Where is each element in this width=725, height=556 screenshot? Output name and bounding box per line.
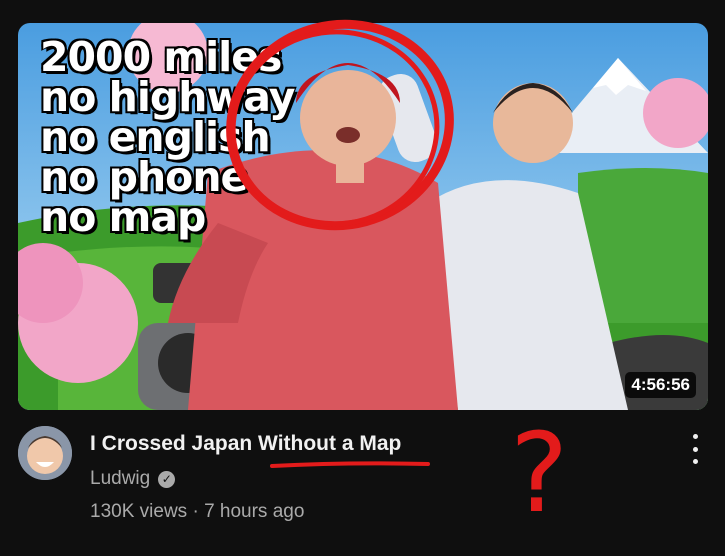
overlay-line: no map	[40, 193, 206, 241]
video-metadata: 130K views · 7 hours ago	[90, 501, 304, 523]
thumbnail-overlay-text: 2000 miles no highway no english no phon…	[40, 33, 295, 241]
red-question-mark-annotation: ?	[510, 409, 569, 537]
overlay-line: 2000 miles	[40, 33, 282, 81]
channel-avatar[interactable]	[18, 426, 72, 480]
menu-dot	[692, 446, 698, 452]
red-underline-annotation	[270, 461, 430, 468]
video-thumbnail[interactable]: 2000 miles no highway no english no phon…	[18, 23, 708, 410]
channel-row: Ludwig ✓	[90, 468, 176, 490]
video-title[interactable]: I Crossed Japan Without a Map	[90, 432, 401, 456]
menu-dot	[692, 459, 698, 464]
menu-dot	[692, 434, 698, 439]
avatar-image	[18, 426, 72, 480]
duration-badge: 4:56:56	[625, 372, 696, 398]
view-count: 130K views	[90, 501, 188, 522]
channel-name[interactable]: Ludwig	[90, 468, 150, 490]
overlay-line: no english	[40, 113, 271, 161]
meta-separator: ·	[192, 501, 199, 522]
overlay-line: no phone	[40, 153, 248, 201]
check-circle-icon: ✓	[158, 470, 176, 488]
upload-age: 7 hours ago	[204, 501, 305, 522]
more-vert-icon[interactable]	[686, 432, 704, 466]
overlay-line: no highway	[40, 73, 295, 121]
